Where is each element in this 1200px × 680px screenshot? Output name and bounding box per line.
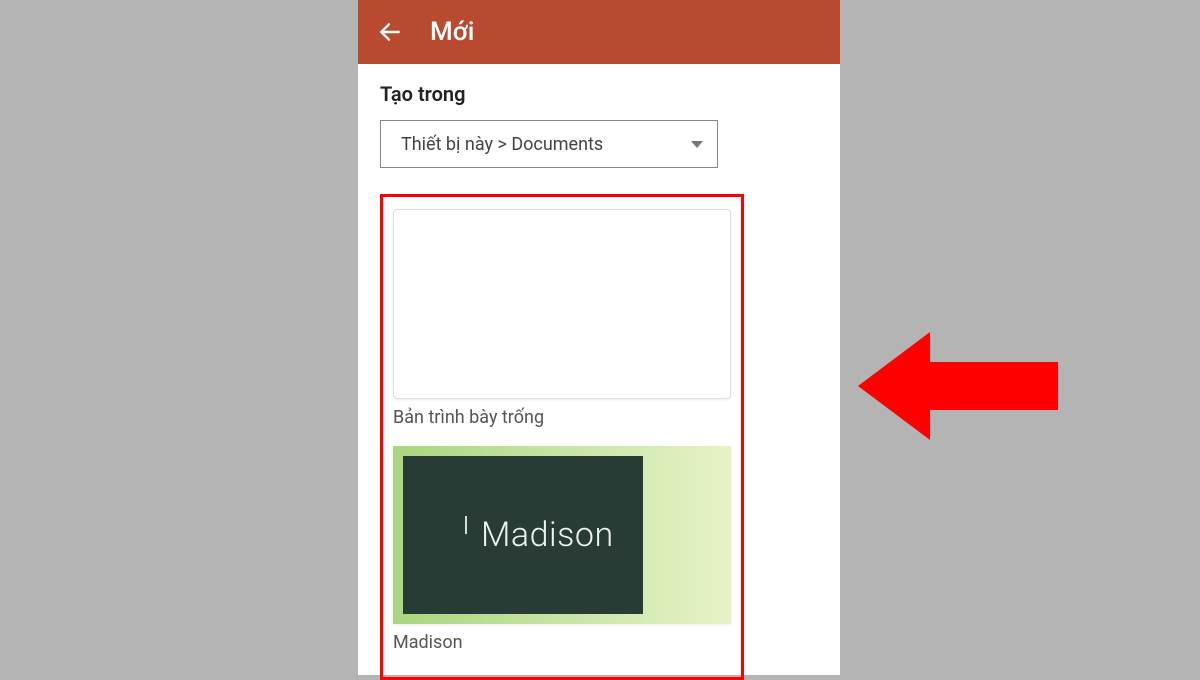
madison-thumb-title: Madison xyxy=(481,515,614,555)
template-madison-thumbnail: Madison xyxy=(393,446,731,624)
templates-highlight-box: Bản trình bày trống Madison Madison xyxy=(380,194,744,680)
app-bar: Mới xyxy=(358,0,840,64)
chevron-down-icon xyxy=(691,141,703,148)
template-blank-thumbnail xyxy=(393,209,731,399)
app-screen: Mới Tạo trong Thiết bị này > Documents B… xyxy=(358,0,840,675)
back-arrow-icon[interactable] xyxy=(376,18,404,46)
madison-accent-icon xyxy=(465,516,467,534)
template-madison[interactable]: Madison Madison xyxy=(393,446,731,653)
madison-dark-panel: Madison xyxy=(403,456,643,614)
annotation-arrow-icon xyxy=(858,326,1058,446)
location-dropdown-value: Thiết bị này > Documents xyxy=(401,134,603,155)
create-in-label: Tạo trong xyxy=(380,82,818,106)
template-blank[interactable]: Bản trình bày trống xyxy=(393,209,731,428)
content-area: Tạo trong Thiết bị này > Documents Bản t… xyxy=(358,64,840,680)
template-blank-label: Bản trình bày trống xyxy=(393,407,731,428)
template-madison-label: Madison xyxy=(393,632,731,653)
appbar-title: Mới xyxy=(430,17,474,47)
location-dropdown[interactable]: Thiết bị này > Documents xyxy=(380,120,718,168)
